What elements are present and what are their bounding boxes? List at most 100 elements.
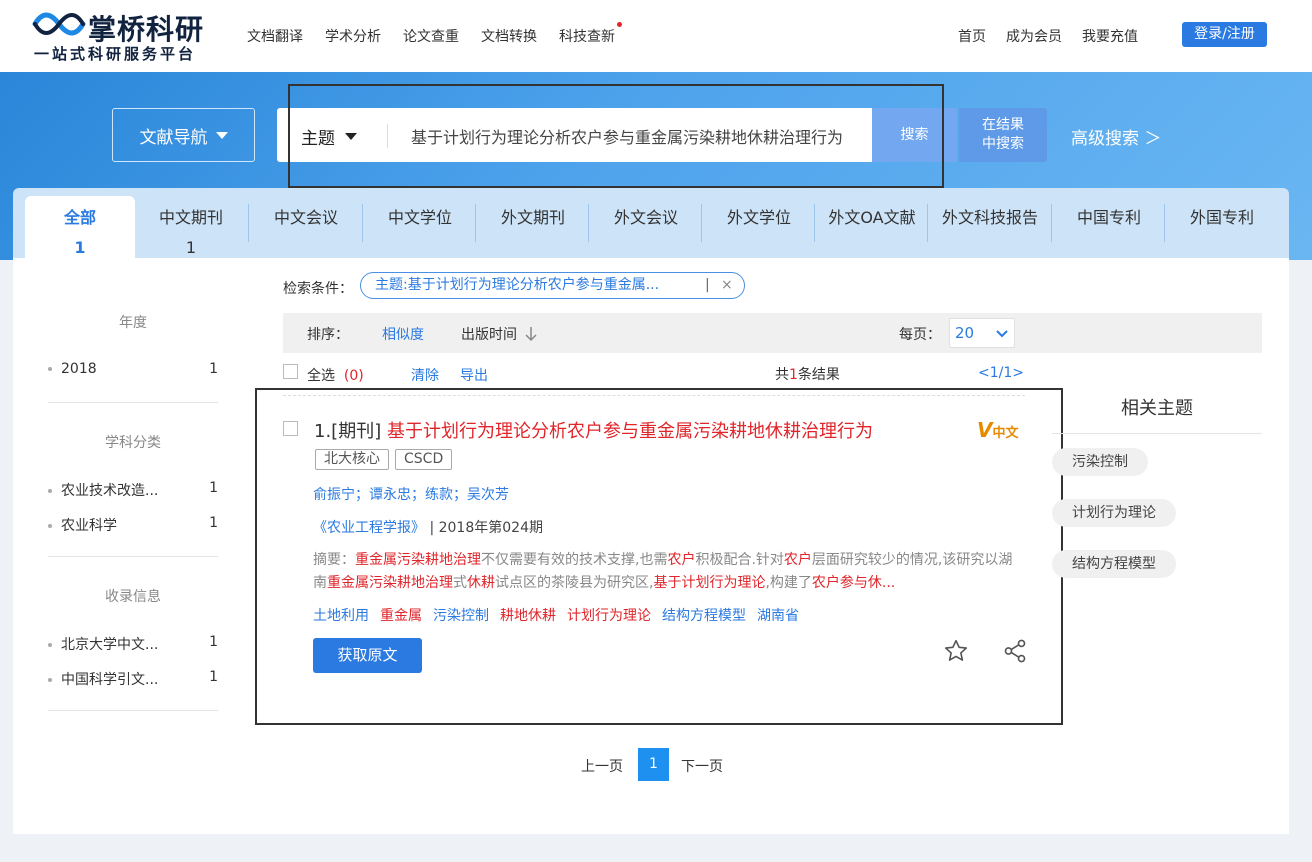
tab-cn-patent[interactable]: 中国专利 (1053, 196, 1165, 258)
search-in-results-line1: 在结果 (982, 117, 1024, 133)
literature-nav-button[interactable]: 文献导航 (112, 108, 255, 162)
nav-plagiarism-check[interactable]: 论文查重 (403, 26, 459, 46)
sort-bar: 排序： 相似度 出版时间 每页： 20 (283, 313, 1262, 353)
literature-nav-label: 文献导航 (139, 127, 208, 148)
current-page-button[interactable]: 1 (638, 748, 669, 781)
total-count: 1 (789, 367, 798, 383)
clear-button[interactable]: 清除 (411, 365, 439, 385)
per-page-label: 每页： (899, 327, 941, 343)
divider (48, 402, 218, 403)
tab-divider (248, 204, 249, 242)
tab-label: 中国专利 (1076, 208, 1141, 227)
per-page-select[interactable]: 20 (949, 318, 1015, 348)
nav-membership[interactable]: 成为会员 (1006, 26, 1062, 46)
search-in-results-button[interactable]: 在结果 中搜索 (959, 108, 1047, 162)
tab-foreign-report[interactable]: 外文科技报告 (929, 196, 1051, 258)
divider (1052, 433, 1262, 434)
total-suffix: 条结果 (797, 367, 840, 383)
tab-all[interactable]: 全部 1 (25, 196, 135, 258)
nav-novelty-search[interactable]: 科技查新 (559, 22, 622, 46)
highlight-frame-result (255, 388, 1063, 725)
sort-pub-time[interactable]: 出版时间 (461, 324, 538, 344)
filter-subject-item[interactable]: 农业科学 1 (48, 515, 218, 535)
filter-count: 1 (209, 361, 218, 377)
login-register-button[interactable]: 登录/注册 (1182, 22, 1267, 47)
select-all-checkbox[interactable] (283, 364, 298, 379)
filter-index-item[interactable]: 北京大学中文... 1 (48, 634, 218, 654)
tab-label: 外文学位 (726, 208, 791, 227)
tab-cn-conference[interactable]: 中文会议 (250, 196, 362, 258)
tab-count: 1 (74, 238, 86, 257)
tab-divider (362, 204, 363, 242)
tab-count: 1 (185, 238, 197, 257)
logo-wave-icon (32, 12, 86, 36)
right-nav: 首页 成为会员 我要充值 (958, 26, 1138, 46)
filter-count: 1 (209, 669, 218, 685)
logo[interactable]: 掌桥科研 一站式科研服务平台 (30, 8, 210, 64)
tab-cn-degree[interactable]: 中文学位 (364, 196, 476, 258)
tab-divider (588, 204, 589, 242)
related-topics-title: 相关主题 (1121, 398, 1193, 419)
select-all-label[interactable]: 全选 (0) (307, 365, 364, 385)
sort-similarity[interactable]: 相似度 (382, 324, 424, 344)
advanced-search-link[interactable]: 高级搜索 ＞ (1071, 124, 1161, 149)
filter-year-item[interactable]: 2018 1 (48, 361, 218, 377)
related-topic[interactable]: 污染控制 (1052, 448, 1148, 476)
related-topic[interactable]: 计划行为理论 (1052, 499, 1176, 527)
filter-index-item[interactable]: 中国科学引文... 1 (48, 669, 218, 689)
filter-subject-item[interactable]: 农业技术改造... 1 (48, 480, 218, 500)
sort-label: 排序： (307, 327, 349, 343)
filter-index-title: 收录信息 (105, 589, 161, 605)
tab-label: 全部 (63, 208, 96, 227)
tab-cn-journal[interactable]: 中文期刊 1 (136, 196, 246, 258)
filter-year-title: 年度 (119, 315, 147, 331)
filter-label: 农业科学 (61, 518, 117, 534)
tab-foreign-degree[interactable]: 外文学位 (703, 196, 815, 258)
selected-count: (0) (343, 368, 364, 384)
tab-foreign-conference[interactable]: 外文会议 (590, 196, 702, 258)
close-icon[interactable]: × (721, 273, 733, 298)
highlight-frame-search (288, 84, 944, 188)
sort-pub-time-label: 出版时间 (461, 327, 517, 343)
per-page-value: 20 (955, 324, 975, 342)
nav-academic-analysis[interactable]: 学术分析 (325, 26, 381, 46)
arrow-down-icon (525, 327, 537, 342)
nav-recharge[interactable]: 我要充值 (1082, 26, 1138, 46)
select-all-text: 全选 (307, 368, 335, 384)
selection-row: 全选 (0) 清除 导出 共1条结果 <1/1> (283, 364, 1025, 386)
tab-divider (927, 204, 928, 242)
tab-foreign-journal[interactable]: 外文期刊 (477, 196, 589, 258)
results-panel: 年度 2018 1 学科分类 农业技术改造... 1 农业科学 1 收录信息 北… (13, 258, 1289, 834)
next-page-button[interactable]: 下一页 (681, 756, 723, 776)
tab-divider (475, 204, 476, 242)
tab-divider (701, 204, 702, 242)
logo-slogan: 一站式科研服务平台 (34, 45, 197, 63)
filter-subject-title: 学科分类 (105, 435, 161, 451)
search-in-results-line2: 中搜索 (982, 136, 1024, 152)
tab-divider (1051, 204, 1052, 242)
condition-text: 主题:基于计划行为理论分析农户参与重金属... (375, 277, 660, 293)
tab-foreign-patent[interactable]: 外国专利 (1166, 196, 1278, 258)
tab-label: 外国专利 (1189, 208, 1254, 227)
caret-down-icon (215, 131, 228, 139)
tab-label: 外文会议 (613, 208, 678, 227)
search-conditions-label: 检索条件： (283, 281, 353, 297)
related-topic[interactable]: 结构方程模型 (1052, 550, 1176, 578)
nav-doc-convert[interactable]: 文档转换 (481, 26, 537, 46)
pagination: 上一页 1 下一页 (581, 748, 741, 782)
nav-doc-translate[interactable]: 文档翻译 (247, 26, 303, 46)
divider (48, 556, 218, 557)
bullet-icon (48, 524, 52, 528)
total-results: 共1条结果 (775, 364, 840, 384)
search-condition-tag[interactable]: 主题:基于计划行为理论分析农户参与重金属... | × (360, 272, 745, 299)
top-header: 掌桥科研 一站式科研服务平台 文档翻译 学术分析 论文查重 文档转换 科技查新 … (0, 0, 1312, 72)
filter-label: 农业技术改造... (61, 483, 159, 499)
tab-divider (814, 204, 815, 242)
filter-count: 1 (209, 480, 218, 496)
tab-foreign-oa[interactable]: 外文OA文献 (816, 196, 928, 258)
tab-label: 外文科技报告 (941, 208, 1038, 227)
nav-home[interactable]: 首页 (958, 26, 986, 46)
export-button[interactable]: 导出 (460, 365, 488, 385)
page-indicator[interactable]: <1/1> (978, 365, 1024, 381)
prev-page-button[interactable]: 上一页 (581, 756, 623, 776)
